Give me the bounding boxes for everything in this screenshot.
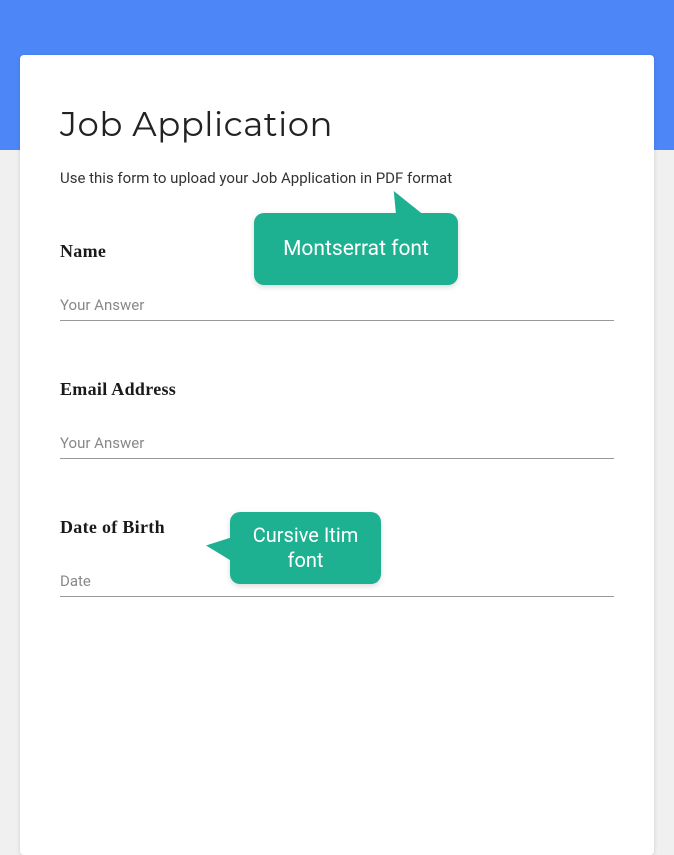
callout-itim: Cursive Itim font <box>230 512 381 584</box>
field-email: Email Address <box>60 379 614 459</box>
callout-tail-icon <box>206 537 234 566</box>
email-field[interactable] <box>60 428 614 459</box>
email-label: Email Address <box>60 379 614 400</box>
page-subtitle: Use this form to upload your Job Applica… <box>60 169 614 187</box>
callout-text: Cursive Itim font <box>248 523 363 573</box>
callout-montserrat: Montserrat font <box>254 213 458 285</box>
callout-text: Montserrat font <box>283 236 429 262</box>
name-input[interactable] <box>60 290 614 321</box>
form-card: Job Application Use this form to upload … <box>20 55 654 855</box>
page-title: Job Application <box>60 103 614 145</box>
